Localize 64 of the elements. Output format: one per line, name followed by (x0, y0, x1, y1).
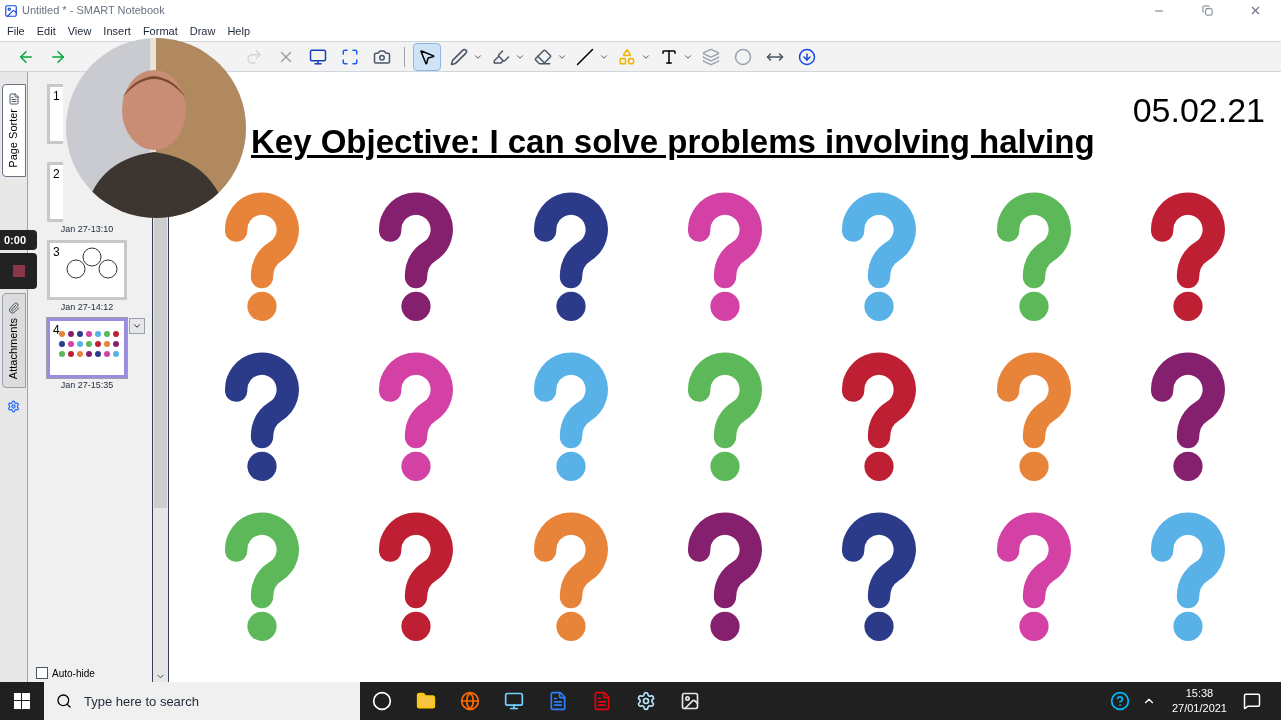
slide-date: 05.02.21 (1132, 92, 1265, 128)
windows-icon (14, 693, 30, 709)
window-title: Untitled * - SMART Notebook (22, 3, 165, 19)
caret-icon (132, 321, 142, 331)
menu-item[interactable]: Help (227, 22, 250, 40)
notification-icon[interactable] (1243, 692, 1261, 710)
line-icon (576, 47, 594, 66)
page-thumbnail[interactable]: 1 (47, 84, 63, 144)
redo-icon (245, 47, 263, 66)
page-thumbnail[interactable]: 2 (47, 162, 63, 222)
sidebar-tab[interactable]: Page Sorter (1, 84, 26, 177)
page-icon (7, 93, 20, 105)
page-date: Jan 27-15:35 (59, 379, 115, 392)
sidebar-tab[interactable]: Attachments (1, 292, 26, 388)
slide-title: Key Objective: I can solve problems involving halving (251, 123, 1095, 160)
page-thumbnail[interactable]: 3 (47, 240, 127, 300)
clock-date: 27/01/2021 (1171, 701, 1227, 716)
monitor-icon (309, 47, 327, 66)
text-icon (660, 47, 678, 66)
checkbox-label: Auto-hide (52, 666, 95, 681)
menu-item[interactable]: File (7, 22, 25, 40)
pointer-icon (418, 47, 436, 66)
gear-icon (636, 691, 656, 711)
scrollbar-thumb[interactable] (154, 218, 167, 508)
search-icon (56, 693, 72, 709)
monitor-icon (504, 691, 524, 711)
document-icon (548, 691, 568, 711)
recording-time: 0:00 (0, 230, 37, 250)
menu-item[interactable]: Edit (36, 22, 56, 40)
menu-item[interactable]: View (67, 22, 92, 40)
arrow-down-icon (798, 47, 816, 66)
document-icon (592, 691, 612, 711)
image-icon (680, 691, 700, 711)
search-field[interactable]: Type here to search (44, 682, 360, 720)
clock-time: 15:38 (1185, 686, 1214, 701)
select-button[interactable] (413, 42, 441, 71)
globe-icon (460, 691, 480, 711)
restore-icon (1201, 5, 1213, 16)
checkbox[interactable] (36, 667, 48, 679)
stop-icon (12, 265, 25, 277)
page-number: 2 (53, 166, 60, 183)
circle-icon (372, 691, 392, 711)
page-date: Jan 27-13:10 (59, 223, 115, 236)
folder-icon (416, 691, 436, 711)
app-icon (4, 3, 18, 18)
settings-icon[interactable] (7, 399, 20, 413)
page-number: 1 (53, 88, 60, 105)
shapes-icon (618, 47, 636, 66)
highlighter-icon (492, 47, 510, 66)
page-thumbnail[interactable]: 4 (47, 318, 127, 378)
circle-icon (734, 47, 752, 66)
menu-item[interactable]: Draw (189, 22, 216, 40)
menu-item[interactable]: Format (142, 22, 178, 40)
help-icon[interactable] (1109, 691, 1130, 711)
menu-item[interactable]: Insert (103, 22, 131, 40)
layers-icon (702, 47, 720, 66)
eraser-icon (534, 47, 552, 66)
full-screen-icon (341, 47, 359, 66)
page-number: 3 (53, 244, 60, 261)
pen-icon (450, 47, 468, 66)
paperclip-icon (7, 301, 20, 314)
page-number: 4 (53, 322, 60, 339)
page-date: Jan 27-14:12 (59, 301, 115, 314)
camera-icon (373, 47, 391, 66)
